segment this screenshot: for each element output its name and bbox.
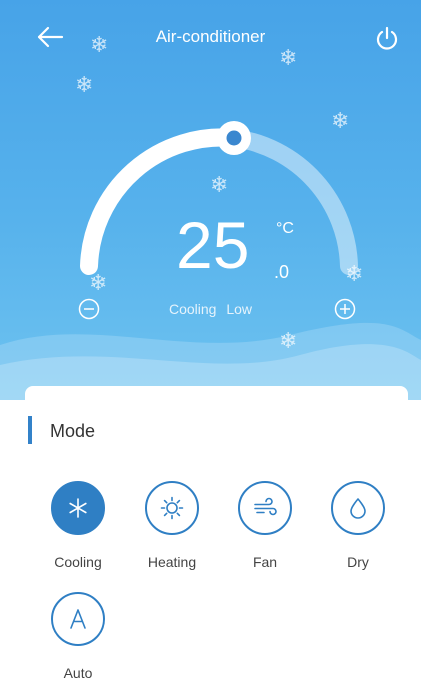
mode-dry-circle[interactable]: [331, 481, 385, 535]
status-mode: Cooling: [168, 301, 217, 317]
snowflake-icon: ❄: [279, 45, 298, 70]
page-title: Air-conditioner: [155, 27, 266, 46]
status-text: Cooling Low: [0, 301, 421, 317]
temperature-decimal: .0: [274, 262, 290, 282]
mode-auto-button[interactable]: Auto: [38, 592, 118, 681]
mode-cooling-label: Cooling: [54, 554, 102, 570]
mode-title: Mode: [50, 421, 96, 441]
mode-heating-circle[interactable]: [145, 481, 199, 535]
mode-panel: Mode Cooling Heating Fan Dry Auto: [25, 386, 408, 689]
mode-auto-circle[interactable]: [51, 592, 105, 646]
mode-dry-button[interactable]: Dry: [318, 481, 398, 570]
mode-fan-label: Fan: [252, 554, 278, 570]
power-icon[interactable]: [373, 25, 401, 53]
mode-cooling-circle[interactable]: [51, 481, 105, 535]
mode-accent-bar: [28, 416, 32, 444]
snowflake-icon: ❄: [75, 72, 94, 97]
mode-heating-button[interactable]: Heating: [132, 481, 212, 570]
thermostat-header: ❄ ❄ ❄ ❄ ❄ ❄ ❄ ❄ Air-conditioner 25 °C .0…: [0, 0, 421, 400]
sun-icon: [160, 496, 184, 520]
auto-letter-icon: [70, 609, 86, 629]
droplet-icon: [350, 498, 366, 519]
mode-fan-circle[interactable]: [238, 481, 292, 535]
snowflake-icon: ❄: [279, 328, 298, 353]
mode-heating-label: Heating: [147, 554, 197, 570]
temperature-unit: °C: [276, 220, 294, 237]
status-fan-speed: Low: [226, 301, 253, 317]
temperature-value: 25: [176, 208, 250, 282]
increase-temperature-button[interactable]: [334, 298, 356, 320]
mode-cooling-button[interactable]: Cooling: [38, 481, 118, 570]
mode-dry-label: Dry: [347, 554, 369, 570]
mode-auto-label: Auto: [63, 665, 93, 681]
snowflake-icon: [69, 498, 87, 518]
wind-icon: [254, 497, 277, 516]
mode-fan-button[interactable]: Fan: [225, 481, 305, 570]
